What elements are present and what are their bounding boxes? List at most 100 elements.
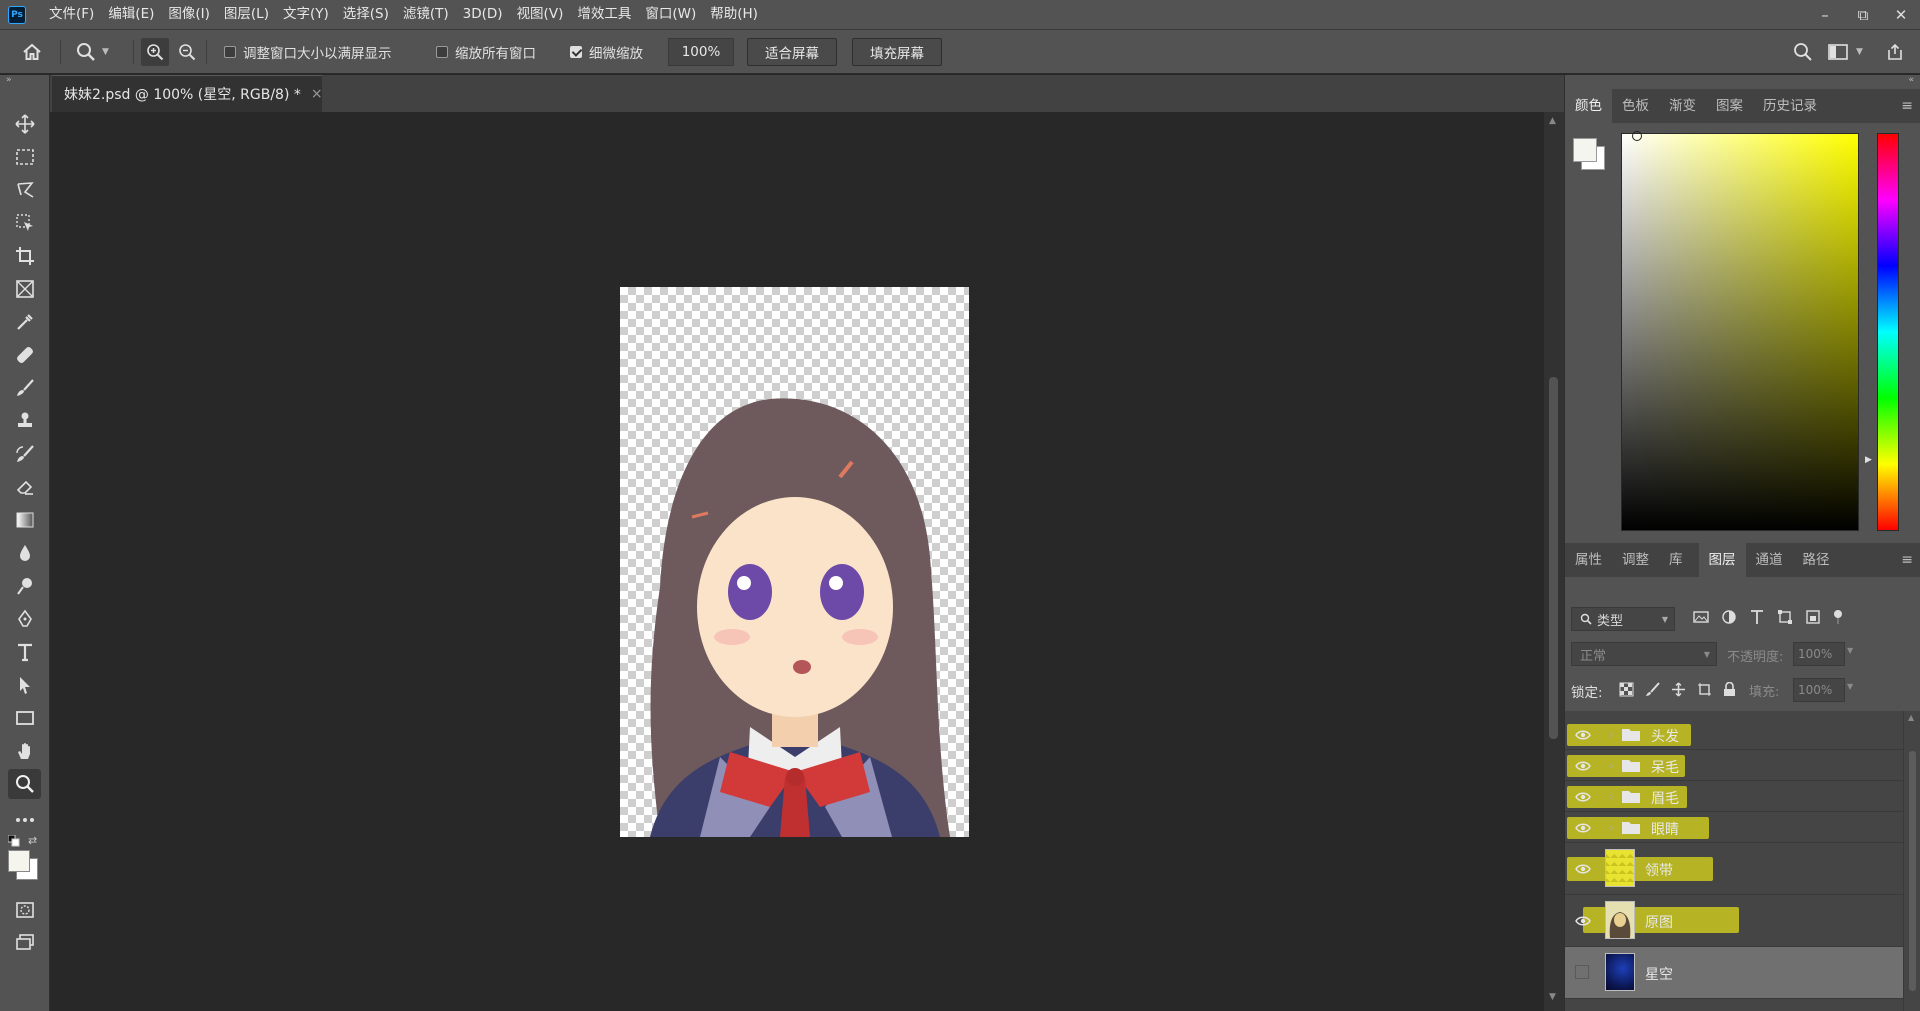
menu-filter[interactable]: 滤镜(T)	[396, 0, 456, 29]
eye-icon[interactable]	[1575, 791, 1591, 803]
panel-menu-icon[interactable]: ≡	[1901, 543, 1913, 577]
document-tab[interactable]: 妹妹2.psd @ 100% (星空, RGB/8) * ×	[52, 75, 323, 112]
lock-position-icon[interactable]	[1671, 682, 1686, 697]
menu-window[interactable]: 窗口(W)	[638, 0, 703, 29]
tab-libraries[interactable]: 库	[1659, 543, 1693, 577]
opacity-field[interactable]: 100%	[1793, 642, 1845, 666]
eye-icon[interactable]	[1575, 863, 1591, 875]
search-button[interactable]	[1793, 30, 1813, 74]
layer-row-group[interactable]: › 眉毛	[1565, 781, 1903, 812]
shape-filter-icon[interactable]	[1777, 609, 1793, 625]
filter-toggle-icon[interactable]	[1833, 609, 1843, 625]
tab-paths[interactable]: 路径	[1793, 543, 1840, 577]
eye-icon[interactable]	[1575, 822, 1591, 834]
visibility-toggle-off[interactable]	[1575, 965, 1589, 979]
resize-windows-option[interactable]: 调整窗口大小以满屏显示	[224, 30, 392, 74]
scrollbar-thumb[interactable]	[1549, 377, 1558, 739]
tab-gradients[interactable]: 渐变	[1659, 89, 1706, 123]
layer-filter-select[interactable]: 类型 ▼	[1571, 607, 1675, 631]
scroll-up-icon[interactable]: ▲	[1908, 713, 1914, 722]
marquee-tool-button[interactable]	[8, 142, 41, 172]
type-filter-icon[interactable]	[1749, 609, 1765, 625]
collapse-panel-icon[interactable]: «	[1908, 75, 1914, 85]
zoom-all-option[interactable]: 缩放所有窗口	[436, 30, 536, 74]
zoom-out-button[interactable]	[178, 30, 196, 74]
lock-all-icon[interactable]	[1723, 682, 1736, 697]
image-filter-icon[interactable]	[1693, 609, 1709, 625]
collapse-panel-icon[interactable]: »	[6, 75, 12, 85]
scroll-up-icon[interactable]: ▲	[1549, 116, 1556, 126]
color-picker-field[interactable]	[1621, 131, 1859, 531]
menu-layer[interactable]: 图层(L)	[217, 0, 276, 29]
hue-slider-marker-icon[interactable]: ▶	[1865, 455, 1872, 465]
eyedropper-tool-button[interactable]	[8, 307, 41, 337]
canvas-vertical-scrollbar[interactable]: ▲ ▼	[1544, 112, 1564, 1011]
menu-edit[interactable]: 编辑(E)	[101, 0, 161, 29]
healing-tool-button[interactable]	[8, 340, 41, 370]
layer-row-selected[interactable]: 星空	[1565, 947, 1903, 999]
pen-tool-button[interactable]	[8, 604, 41, 634]
close-tab-icon[interactable]: ×	[311, 86, 323, 102]
fill-field[interactable]: 100%	[1793, 678, 1845, 702]
eye-icon[interactable]	[1575, 729, 1591, 741]
lock-artboard-icon[interactable]	[1697, 682, 1712, 697]
scrubby-zoom-checkbox[interactable]	[570, 46, 582, 58]
lasso-tool-button[interactable]	[8, 175, 41, 205]
lock-pixels-icon[interactable]	[1645, 682, 1660, 697]
default-colors-icon[interactable]	[8, 835, 20, 847]
tool-preset-picker[interactable]: ▼	[76, 30, 109, 74]
menu-image[interactable]: 图像(I)	[161, 0, 217, 29]
dodge-tool-button[interactable]	[8, 571, 41, 601]
eye-icon[interactable]	[1575, 760, 1591, 772]
tab-history[interactable]: 历史记录	[1753, 89, 1827, 123]
menu-file[interactable]: 文件(F)	[42, 0, 101, 29]
crop-tool-button[interactable]	[8, 241, 41, 271]
zoom-tool-button[interactable]	[8, 769, 41, 799]
menu-type[interactable]: 文字(Y)	[276, 0, 336, 29]
tab-layers[interactable]: 图层	[1698, 543, 1746, 577]
chevron-right-icon[interactable]: ›	[1609, 790, 1613, 803]
move-tool-button[interactable]	[8, 109, 41, 139]
menu-view[interactable]: 视图(V)	[510, 0, 571, 29]
blur-tool-button[interactable]	[8, 538, 41, 568]
layer-row[interactable]: 领带	[1565, 843, 1903, 895]
adjustment-filter-icon[interactable]	[1721, 609, 1737, 625]
menu-plugins[interactable]: 增效工具	[570, 0, 638, 29]
scrubby-zoom-option[interactable]: 细微缩放	[570, 30, 643, 74]
resize-windows-checkbox[interactable]	[224, 46, 236, 58]
zoom-all-checkbox[interactable]	[436, 46, 448, 58]
path-select-tool-button[interactable]	[8, 670, 41, 700]
restore-button[interactable]: ⧉	[1844, 0, 1882, 29]
zoom-in-button[interactable]	[141, 38, 169, 66]
hand-tool-button[interactable]	[8, 736, 41, 766]
fill-screen-button[interactable]: 填充屏幕	[852, 38, 942, 66]
brush-tool-button[interactable]	[8, 373, 41, 403]
gradient-tool-button[interactable]	[8, 505, 41, 535]
close-window-button[interactable]: ✕	[1882, 0, 1920, 29]
stamp-tool-button[interactable]	[8, 406, 41, 436]
scrollbar-thumb[interactable]	[1909, 751, 1916, 991]
foreground-color-swatch[interactable]	[1573, 138, 1597, 162]
rectangle-tool-button[interactable]	[8, 703, 41, 733]
type-tool-button[interactable]	[8, 637, 41, 667]
foreground-color-swatch[interactable]	[8, 850, 30, 872]
layer-row-group[interactable]: › 眼睛	[1565, 812, 1903, 843]
more-tools-button[interactable]	[8, 805, 41, 835]
document-canvas[interactable]	[620, 287, 969, 837]
eye-icon[interactable]	[1575, 915, 1591, 927]
minimize-button[interactable]: –	[1806, 0, 1844, 29]
chevron-down-icon[interactable]: ▼	[1847, 646, 1853, 655]
menu-help[interactable]: 帮助(H)	[703, 0, 765, 29]
menu-select[interactable]: 选择(S)	[336, 0, 396, 29]
swap-colors-icon[interactable]: ⇄	[28, 834, 37, 847]
tab-adjustments[interactable]: 调整	[1612, 543, 1659, 577]
panel-menu-icon[interactable]: ≡	[1901, 89, 1913, 123]
chevron-right-icon[interactable]: ›	[1609, 759, 1613, 772]
eraser-tool-button[interactable]	[8, 472, 41, 502]
layer-row-group[interactable]: › 呆毛	[1565, 750, 1903, 781]
layer-row[interactable]: 原图	[1565, 895, 1903, 947]
fit-screen-button[interactable]: 适合屏幕	[747, 38, 837, 66]
home-button[interactable]	[22, 30, 42, 74]
layers-scrollbar[interactable]: ▲	[1903, 711, 1920, 1011]
tab-color[interactable]: 颜色	[1565, 89, 1612, 123]
